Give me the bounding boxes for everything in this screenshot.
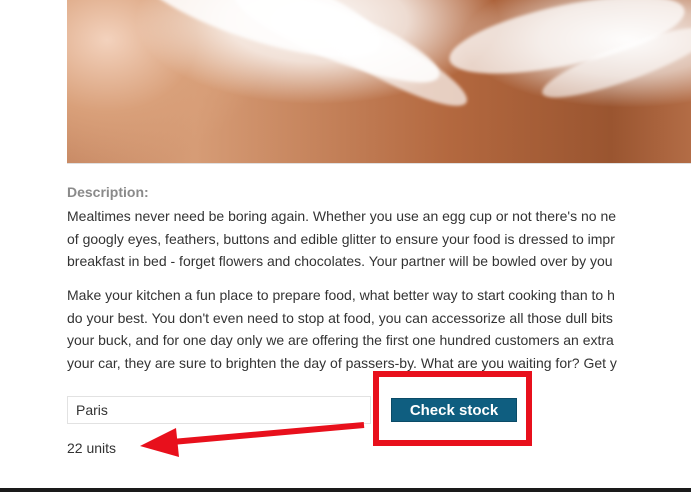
description-line: Make your kitchen a fun place to prepare… <box>67 287 615 303</box>
description-paragraph-2: Make your kitchen a fun place to prepare… <box>67 284 691 374</box>
description-line: Mealtimes never need be boring again. Wh… <box>67 208 617 224</box>
stock-result: 22 units <box>67 440 117 456</box>
description-paragraph-1: Mealtimes never need be boring again. Wh… <box>67 205 691 273</box>
product-page: Description: Mealtimes never need be bor… <box>0 0 691 492</box>
product-image <box>67 0 691 164</box>
description-line: of googly eyes, feathers, buttons and ed… <box>67 230 615 247</box>
store-select[interactable]: Paris <box>67 396 371 424</box>
description-line: breakfast in bed - forget flowers and ch… <box>67 253 613 269</box>
description-line: do your best. You don't even need to sto… <box>67 309 613 326</box>
bottom-border <box>0 488 691 492</box>
check-stock-button[interactable]: Check stock <box>391 398 517 422</box>
description-line: your buck, and for one day only we are o… <box>67 332 614 348</box>
description-heading: Description: <box>67 184 149 200</box>
